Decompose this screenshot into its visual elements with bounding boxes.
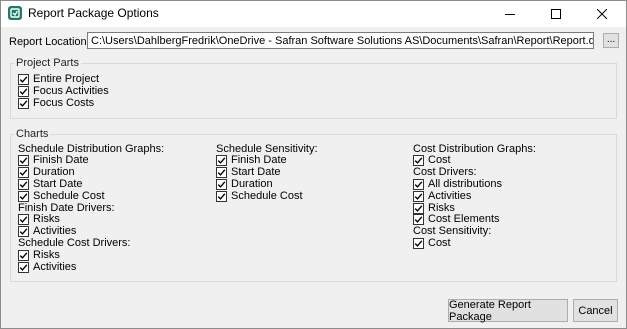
checkbox-entire-project[interactable]: Entire Project [18, 73, 99, 85]
checkbox-checked-icon [18, 73, 29, 85]
checkbox-label: Cost [428, 237, 451, 249]
checkbox-cd-activities[interactable]: Activities [413, 190, 471, 202]
charts-title: Charts [14, 128, 51, 140]
checkbox-label: Focus Activities [33, 85, 109, 97]
checkbox-checked-icon [413, 178, 424, 190]
checkbox-label: Risks [33, 249, 60, 261]
checkbox-checked-icon [216, 154, 227, 166]
report-location-input[interactable]: C:\Users\DahlbergFredrik\OneDrive - Safr… [87, 32, 594, 49]
minimize-icon [505, 14, 515, 15]
checkbox-label: Risks [33, 213, 60, 225]
checkbox-checked-icon [18, 190, 29, 202]
checkbox-label: Finish Date [33, 154, 89, 166]
checkbox-label: Duration [33, 166, 75, 178]
checkbox-checked-icon [413, 202, 424, 214]
checkbox-cs-cost[interactable]: Cost [413, 237, 451, 249]
checkbox-checked-icon [18, 178, 29, 190]
checkbox-ss-schedule-cost[interactable]: Schedule Cost [216, 190, 303, 202]
checkbox-sdg-start-date[interactable]: Start Date [18, 178, 83, 190]
close-icon [597, 9, 607, 19]
minimize-button[interactable] [487, 1, 533, 27]
checkbox-checked-icon [18, 97, 29, 109]
checkbox-cd-all-distributions[interactable]: All distributions [413, 178, 502, 190]
checkbox-checked-icon [413, 154, 424, 166]
checkbox-cdg-cost[interactable]: Cost [413, 154, 451, 166]
checkbox-sdg-duration[interactable]: Duration [18, 166, 75, 178]
checkbox-checked-icon [216, 178, 227, 190]
checkbox-scd-activities[interactable]: Activities [18, 261, 76, 273]
browse-button[interactable]: ... [603, 33, 619, 48]
checkbox-checked-icon [18, 154, 29, 166]
checkbox-scd-risks[interactable]: Risks [18, 249, 60, 261]
checkbox-fdd-activities[interactable]: Activities [18, 225, 76, 237]
checkbox-label: Cost Elements [428, 213, 500, 225]
app-icon [8, 6, 22, 20]
checkbox-checked-icon [18, 261, 29, 273]
close-button[interactable] [579, 1, 625, 27]
checkbox-label: Cost [428, 154, 451, 166]
checkbox-label: All distributions [428, 178, 502, 190]
project-parts-title: Project Parts [14, 57, 81, 69]
schedule-cost-drivers-heading: Schedule Cost Drivers: [18, 237, 131, 249]
cost-sensitivity-heading: Cost Sensitivity: [413, 225, 492, 237]
checkbox-checked-icon [18, 85, 29, 97]
checkbox-checked-icon [413, 213, 424, 225]
checkbox-checked-icon [413, 190, 424, 202]
checkbox-checked-icon [413, 237, 424, 249]
checkbox-label: Start Date [231, 166, 281, 178]
checkbox-checked-icon [18, 166, 29, 178]
checkbox-label: Activities [428, 190, 472, 202]
checkbox-label: Schedule Cost [33, 190, 105, 202]
cost-drivers-heading: Cost Drivers: [413, 166, 477, 178]
checkbox-label: Finish Date [231, 154, 287, 166]
checkbox-label: Duration [231, 178, 273, 190]
checkbox-fdd-risks[interactable]: Risks [18, 213, 60, 225]
title-bar[interactable]: Report Package Options [1, 1, 626, 27]
checkbox-sdg-finish-date[interactable]: Finish Date [18, 154, 89, 166]
checkbox-focus-costs[interactable]: Focus Costs [18, 97, 94, 109]
checkbox-label: Activities [33, 261, 77, 273]
checkbox-ss-finish-date[interactable]: Finish Date [216, 154, 287, 166]
checkbox-label: Schedule Cost [231, 190, 303, 202]
checkbox-label: Start Date [33, 178, 83, 190]
checkbox-label: Activities [33, 225, 77, 237]
generate-report-package-button[interactable]: Generate Report Package [448, 299, 568, 323]
checkbox-checked-icon [18, 249, 29, 261]
report-package-options-dialog: Report Package Options Report Location: … [0, 0, 627, 329]
checkbox-ss-start-date[interactable]: Start Date [216, 166, 281, 178]
checkbox-cd-cost-elements[interactable]: Cost Elements [413, 213, 500, 225]
checkbox-checked-icon [18, 213, 29, 225]
checkbox-label: Entire Project [33, 73, 100, 85]
cancel-button[interactable]: Cancel [573, 299, 618, 322]
checkbox-label: Focus Costs [33, 97, 95, 109]
report-location-label: Report Location: [9, 36, 90, 48]
checkbox-checked-icon [216, 166, 227, 178]
checkbox-checked-icon [18, 225, 29, 237]
window-title: Report Package Options [28, 6, 159, 20]
maximize-button[interactable] [533, 1, 579, 27]
checkbox-sdg-schedule-cost[interactable]: Schedule Cost [18, 190, 105, 202]
maximize-icon [551, 9, 561, 19]
checkbox-checked-icon [216, 190, 227, 202]
checkbox-focus-activities[interactable]: Focus Activities [18, 85, 109, 97]
checkbox-ss-duration[interactable]: Duration [216, 178, 273, 190]
